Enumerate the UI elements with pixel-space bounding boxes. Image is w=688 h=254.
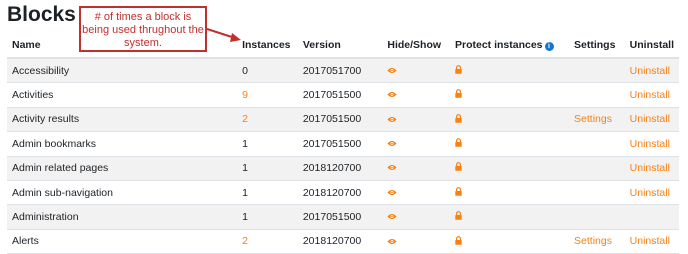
annotation-callout: # of times a block is being used thrugho…	[79, 6, 207, 52]
